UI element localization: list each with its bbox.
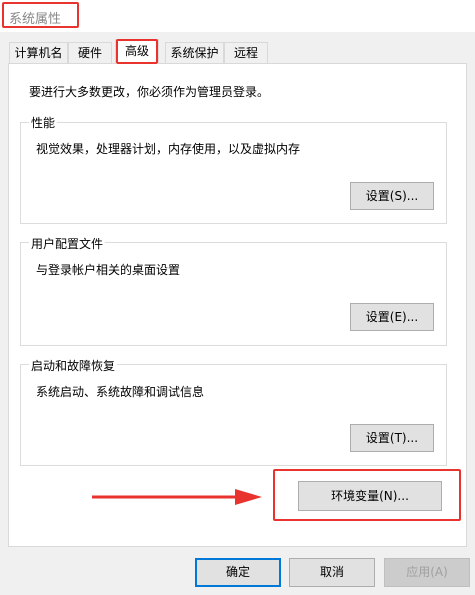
title-highlight: [2, 2, 79, 28]
ok-button[interactable]: 确定: [195, 558, 281, 587]
apply-button[interactable]: 应用(A): [384, 558, 470, 587]
tab-remote[interactable]: 远程: [224, 42, 268, 63]
tab-hardware[interactable]: 硬件: [68, 42, 112, 63]
group-user-profiles-description: 与登录帐户相关的桌面设置: [36, 263, 181, 277]
group-user-profiles-legend: 用户配置文件: [29, 235, 106, 252]
cancel-button[interactable]: 取消: [289, 558, 375, 587]
startup-recovery-settings-button[interactable]: 设置(T)...: [350, 424, 434, 452]
group-startup-recovery-legend: 启动和故障恢复: [29, 357, 118, 374]
tab-computer-name[interactable]: 计算机名: [9, 42, 68, 63]
performance-settings-button[interactable]: 设置(S)...: [350, 182, 434, 210]
annotation-arrow-icon: [92, 489, 262, 505]
admin-notice: 要进行大多数更改，你必须作为管理员登录。: [29, 85, 270, 99]
tab-highlight: [116, 39, 158, 64]
tab-system-protection[interactable]: 系统保护: [165, 42, 224, 63]
group-startup-recovery-description: 系统启动、系统故障和调试信息: [36, 385, 205, 399]
group-performance-description: 视觉效果，处理器计划，内存使用，以及虚拟内存: [36, 142, 301, 156]
user-profiles-settings-button[interactable]: 设置(E)...: [350, 303, 434, 331]
group-performance-legend: 性能: [29, 114, 58, 131]
env-button-highlight: [273, 469, 461, 521]
